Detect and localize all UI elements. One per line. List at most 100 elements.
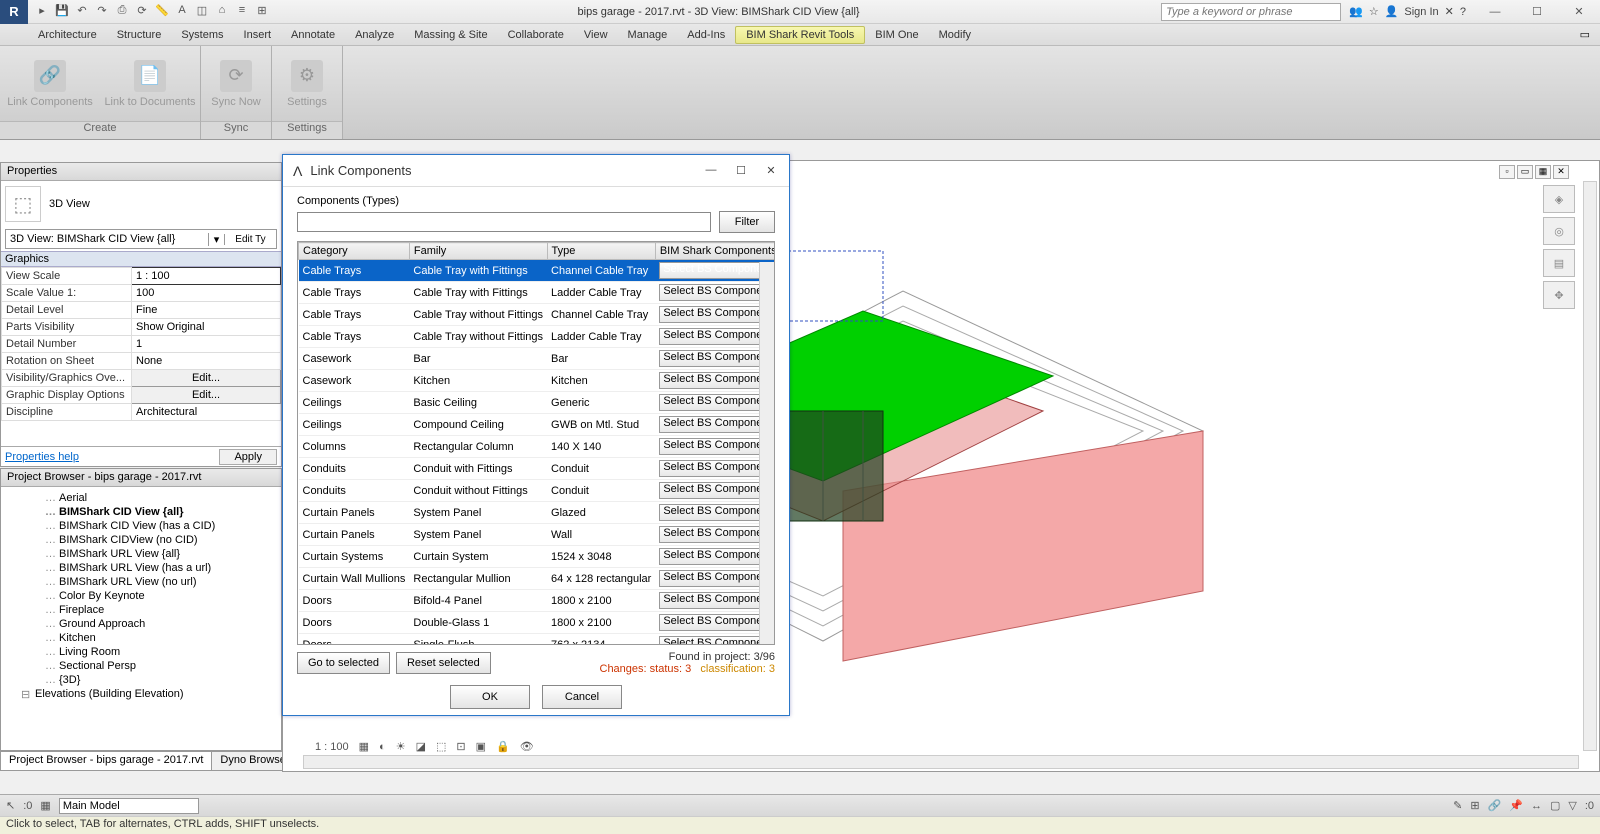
browser-tab-project[interactable]: Project Browser - bips garage - 2017.rvt bbox=[0, 751, 212, 771]
bs-component-cell[interactable]: Select BS Component▾ bbox=[655, 612, 775, 634]
dialog-minimize-button[interactable]: — bbox=[703, 164, 719, 177]
dialog-titlebar[interactable]: Λ Link Components — ☐ ✕ bbox=[283, 155, 789, 187]
filter-button[interactable]: Filter bbox=[719, 211, 775, 233]
exchange-icon[interactable]: ✕ bbox=[1445, 5, 1454, 18]
close-button[interactable]: ✕ bbox=[1558, 0, 1600, 24]
bs-component-select[interactable]: Select BS Component▾ bbox=[659, 460, 775, 477]
bs-component-select[interactable]: Select BS Component▾ bbox=[659, 592, 775, 609]
property-row[interactable]: Detail LevelFine bbox=[2, 302, 281, 319]
filter-select-icon[interactable]: ▽ bbox=[1568, 799, 1576, 812]
signin-icon[interactable]: 👤 bbox=[1385, 5, 1399, 18]
tree-item[interactable]: BIMShark CID View {all} bbox=[9, 505, 273, 519]
viewport-scrollbar-v[interactable] bbox=[1583, 181, 1597, 751]
viewport-cascade-icon[interactable]: ▦ bbox=[1535, 165, 1551, 179]
table-row[interactable]: CeilingsCompound CeilingGWB on Mtl. Stud… bbox=[299, 414, 776, 436]
redo-icon[interactable]: ↷ bbox=[94, 4, 110, 20]
link-documents-button[interactable]: 📄Link to Documents bbox=[100, 46, 200, 121]
bs-component-select[interactable]: Select BS Component▾ bbox=[659, 328, 775, 345]
bs-component-cell[interactable]: Select BS Component▾ bbox=[655, 568, 775, 590]
sync-now-button[interactable]: ⟳Sync Now bbox=[201, 46, 271, 121]
apply-button[interactable]: Apply bbox=[219, 449, 277, 465]
bs-component-select[interactable]: Select BS Component▾ bbox=[659, 438, 775, 455]
ok-button[interactable]: OK bbox=[450, 685, 530, 709]
table-row[interactable]: Curtain PanelsSystem PanelWallSelect BS … bbox=[299, 524, 776, 546]
bs-component-cell[interactable]: Select BS Component▾ bbox=[655, 414, 775, 436]
bs-component-cell[interactable]: Select BS Component▾ bbox=[655, 436, 775, 458]
visual-style-icon[interactable]: ◐ bbox=[377, 741, 388, 753]
bs-component-cell[interactable]: Select BS Component▾ bbox=[655, 304, 775, 326]
tab-view[interactable]: View bbox=[574, 27, 618, 43]
tab-massing[interactable]: Massing & Site bbox=[404, 27, 497, 43]
bs-component-select[interactable]: Select BS Component▾ bbox=[659, 306, 775, 323]
panel-toggle-icon[interactable]: ▭ bbox=[1580, 28, 1590, 41]
dialog-close-button[interactable]: ✕ bbox=[763, 164, 779, 177]
open-icon[interactable]: ▸ bbox=[34, 4, 50, 20]
bs-component-cell[interactable]: Select BS Component▾ bbox=[655, 546, 775, 568]
filter-icon[interactable]: ▦ bbox=[40, 799, 50, 812]
box-icon[interactable]: ◫ bbox=[194, 4, 210, 20]
select-icon[interactable]: ↖ bbox=[6, 799, 15, 812]
scale-label[interactable]: 1 : 100 bbox=[313, 741, 351, 753]
table-row[interactable]: CaseworkBarBarSelect BS Component▾ bbox=[299, 348, 776, 370]
bs-component-select[interactable]: Select BS Component▾ bbox=[659, 416, 775, 433]
table-row[interactable]: Cable TraysCable Tray with FittingsChann… bbox=[299, 260, 776, 282]
nav-tool-icon[interactable]: ▤ bbox=[1543, 249, 1575, 277]
cube-icon[interactable]: ◈ bbox=[1543, 185, 1575, 213]
bs-component-cell[interactable]: Select BS Component▾ bbox=[655, 326, 775, 348]
viewport-restore-icon[interactable]: ▫ bbox=[1499, 165, 1515, 179]
property-value[interactable]: Edit... bbox=[132, 387, 281, 404]
tab-collaborate[interactable]: Collaborate bbox=[498, 27, 574, 43]
sun-icon[interactable]: ☀ bbox=[394, 740, 408, 753]
home-icon[interactable]: ⌂ bbox=[214, 4, 230, 20]
tab-annotate[interactable]: Annotate bbox=[281, 27, 345, 43]
bs-component-select[interactable]: Select BS Component▾ bbox=[659, 262, 775, 279]
col-category[interactable]: Category bbox=[299, 243, 410, 260]
nav-wheel-icon[interactable]: ◎ bbox=[1543, 217, 1575, 245]
link-components-button[interactable]: 🔗Link Components bbox=[0, 46, 100, 121]
table-row[interactable]: ColumnsRectangular Column140 X 140Select… bbox=[299, 436, 776, 458]
table-row[interactable]: CaseworkKitchenKitchenSelect BS Componen… bbox=[299, 370, 776, 392]
table-row[interactable]: CeilingsBasic CeilingGenericSelect BS Co… bbox=[299, 392, 776, 414]
workset-input[interactable] bbox=[59, 798, 199, 814]
design-options-icon[interactable]: ⊞ bbox=[1470, 799, 1479, 812]
face-icon[interactable]: ▢ bbox=[1550, 799, 1560, 812]
bs-component-select[interactable]: Select BS Component▾ bbox=[659, 548, 775, 565]
print-icon[interactable]: ⎙ bbox=[114, 4, 130, 20]
bs-component-cell[interactable]: Select BS Component▾ bbox=[655, 260, 775, 282]
tree-item[interactable]: BIMShark URL View (no url) bbox=[9, 575, 273, 589]
text-icon[interactable]: A bbox=[174, 4, 190, 20]
reveal-icon[interactable]: 👁 bbox=[518, 740, 536, 753]
bs-component-cell[interactable]: Select BS Component▾ bbox=[655, 370, 775, 392]
undo-icon[interactable]: ↶ bbox=[74, 4, 90, 20]
bs-component-cell[interactable]: Select BS Component▾ bbox=[655, 348, 775, 370]
bs-component-cell[interactable]: Select BS Component▾ bbox=[655, 392, 775, 414]
col-family[interactable]: Family bbox=[409, 243, 547, 260]
sync-icon[interactable]: ⟳ bbox=[134, 4, 150, 20]
render-icon[interactable]: ⬚ bbox=[434, 740, 448, 753]
go-to-selected-button[interactable]: Go to selected bbox=[297, 652, 390, 674]
cancel-button[interactable]: Cancel bbox=[542, 685, 622, 709]
tree-item[interactable]: BIMShark CIDView (no CID) bbox=[9, 533, 273, 547]
viewport-close-icon[interactable]: ✕ bbox=[1553, 165, 1569, 179]
select-pin-icon[interactable]: 📌 bbox=[1509, 799, 1523, 812]
tree-item[interactable]: BIMShark URL View (has a url) bbox=[9, 561, 273, 575]
tree-item[interactable]: Color By Keynote bbox=[9, 589, 273, 603]
switch-icon[interactable]: ≡ bbox=[234, 4, 250, 20]
tab-structure[interactable]: Structure bbox=[107, 27, 172, 43]
settings-button[interactable]: ⚙Settings bbox=[272, 46, 342, 121]
property-value[interactable]: Show Original bbox=[132, 319, 281, 336]
bs-component-select[interactable]: Select BS Component▾ bbox=[659, 482, 775, 499]
table-row[interactable]: Curtain SystemsCurtain System1524 x 3048… bbox=[299, 546, 776, 568]
tree-item[interactable]: Sectional Persp bbox=[9, 659, 273, 673]
property-row[interactable]: View Scale1 : 100 bbox=[2, 268, 281, 285]
tab-insert[interactable]: Insert bbox=[234, 27, 282, 43]
view-selector[interactable]: 3D View: BIMShark CID View {all} ▾ Edit … bbox=[5, 229, 277, 249]
tab-modify[interactable]: Modify bbox=[929, 27, 981, 43]
nav-pan-icon[interactable]: ✥ bbox=[1543, 281, 1575, 309]
tab-addins[interactable]: Add-Ins bbox=[677, 27, 735, 43]
table-row[interactable]: Cable TraysCable Tray with FittingsLadde… bbox=[299, 282, 776, 304]
bs-component-select[interactable]: Select BS Component▾ bbox=[659, 570, 775, 587]
view-cube[interactable]: ◈ ◎ ▤ ✥ bbox=[1539, 185, 1579, 309]
table-row[interactable]: ConduitsConduit with FittingsConduitSele… bbox=[299, 458, 776, 480]
tree-item[interactable]: BIMShark CID View (has a CID) bbox=[9, 519, 273, 533]
